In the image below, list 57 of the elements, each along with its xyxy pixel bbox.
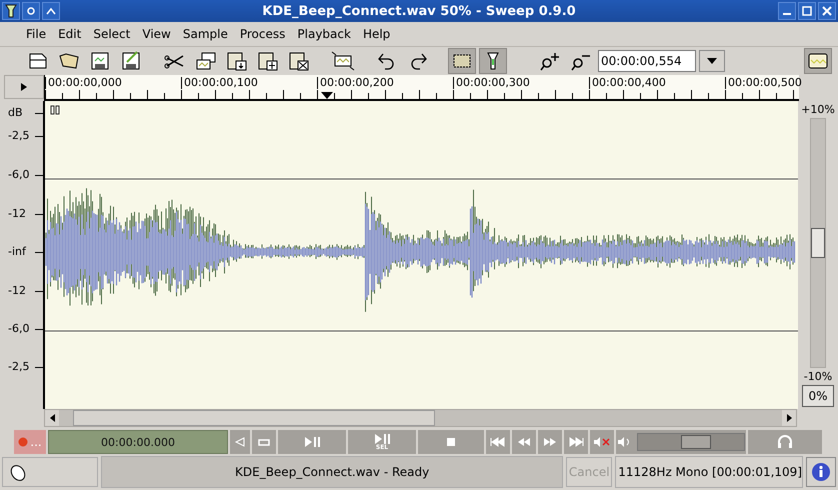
fast-forward-icon[interactable] xyxy=(538,430,562,454)
app-menu-icon[interactable] xyxy=(2,2,20,20)
skip-start-icon[interactable] xyxy=(486,430,510,454)
play-pause-icon[interactable] xyxy=(278,430,346,454)
ruler-label: 00:00:00,000 xyxy=(45,77,122,89)
volume-slider[interactable] xyxy=(637,433,745,451)
menu-item[interactable]: Help xyxy=(356,27,396,41)
db-label: dB xyxy=(8,106,23,119)
menu-item[interactable]: View xyxy=(136,27,177,41)
channel-icon xyxy=(50,106,60,114)
db-label: -2,5 xyxy=(8,129,30,142)
caret-icon xyxy=(707,58,717,64)
horizontal-scrollbar[interactable] xyxy=(44,409,797,427)
status-message: KDE_Beep_Connect.wav - Ready xyxy=(101,456,564,488)
stop-icon[interactable] xyxy=(418,430,484,454)
slider-thumb[interactable] xyxy=(681,435,712,449)
skip-end-icon[interactable] xyxy=(564,430,588,454)
menu-item[interactable]: Sample xyxy=(176,27,234,41)
menu-item[interactable]: File xyxy=(20,27,52,41)
mute-icon[interactable] xyxy=(590,430,614,454)
reset-gain-button[interactable]: 0% xyxy=(802,385,834,407)
scroll-left-icon[interactable] xyxy=(50,414,54,422)
scroll-right-icon[interactable] xyxy=(786,414,792,422)
gain-min-label: -10% xyxy=(804,370,832,383)
menu-item[interactable]: Edit xyxy=(52,27,88,41)
ruler-label: 00:00:00,200 xyxy=(317,77,394,89)
ruler-label: 00:00:00,500 xyxy=(725,77,802,89)
file-info: 11128Hz Mono [00:00:01,109] xyxy=(615,456,803,488)
db-label: -2,5 xyxy=(8,360,30,373)
time-field[interactable]: 00:00:00,554 xyxy=(598,50,696,72)
ruler-label: 00:00:00,400 xyxy=(589,77,666,89)
db-label: -6,0 xyxy=(8,322,30,335)
play-pause-icon xyxy=(372,433,392,445)
info-icon[interactable] xyxy=(806,457,836,487)
select-tool-icon[interactable] xyxy=(448,48,476,74)
window-title: KDE_Beep_Connect.wav 50% - Sweep 0.9.0 xyxy=(261,4,577,18)
rewind-icon[interactable] xyxy=(512,430,536,454)
scrub-tool-icon[interactable] xyxy=(479,48,507,74)
menu-item[interactable]: Process xyxy=(234,27,292,41)
dropdown-button[interactable] xyxy=(699,50,725,72)
gain-max-label: +10% xyxy=(801,103,835,116)
maximize-icon[interactable] xyxy=(798,2,816,20)
position-display: 00:00:00.000 xyxy=(48,430,228,454)
ruler-label: 00:00:00,300 xyxy=(453,77,530,89)
close-icon[interactable] xyxy=(818,2,836,20)
db-label: -12 xyxy=(8,284,26,297)
waveform-view-icon[interactable] xyxy=(804,48,832,74)
slider-thumb[interactable] xyxy=(810,228,825,258)
record-dot-icon xyxy=(18,437,28,447)
gain-slider[interactable] xyxy=(810,118,826,368)
db-label: -12 xyxy=(8,207,26,220)
menu-item[interactable]: Select xyxy=(87,27,136,41)
minimize-icon[interactable] xyxy=(778,2,796,20)
menu-item[interactable]: Playback xyxy=(291,27,357,41)
db-label: -6,0 xyxy=(8,168,30,181)
db-label: -inf xyxy=(8,245,26,258)
ruler-label: 00:00:00,100 xyxy=(181,77,258,89)
